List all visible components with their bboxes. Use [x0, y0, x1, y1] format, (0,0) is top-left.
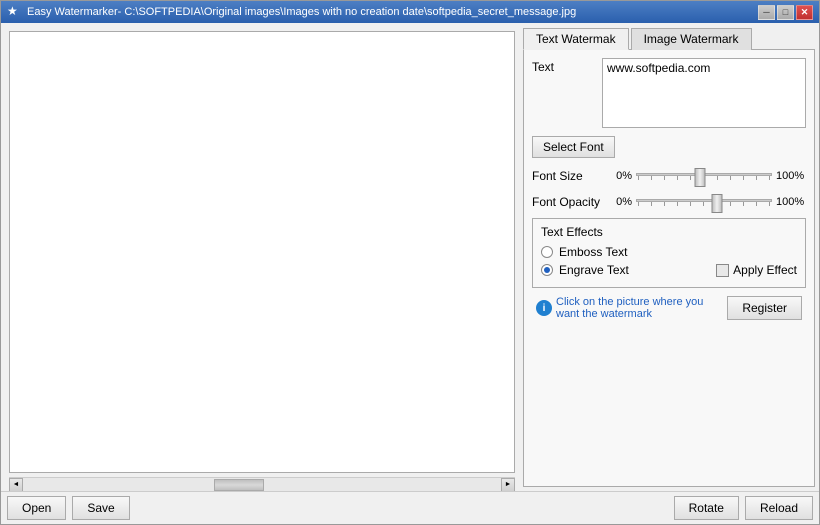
- window-controls: ─ □ ✕: [758, 5, 813, 20]
- horizontal-scrollbar[interactable]: ◄ ►: [9, 477, 515, 491]
- tab-text-watermark[interactable]: Text Watermak: [523, 28, 629, 50]
- font-size-track: [636, 173, 772, 176]
- emboss-radio[interactable]: [541, 246, 553, 258]
- image-panel[interactable]: www.softpedia.com SOFTPEDIA™ www.softped…: [9, 31, 515, 473]
- scroll-track-h[interactable]: [23, 478, 501, 492]
- open-button[interactable]: Open: [7, 496, 66, 520]
- rotate-button[interactable]: Rotate: [674, 496, 739, 520]
- scroll-right-button[interactable]: ►: [501, 478, 515, 492]
- main-content: www.softpedia.com SOFTPEDIA™ www.softped…: [1, 23, 819, 491]
- apply-effect-label: Apply Effect: [733, 263, 797, 277]
- effects-title: Text Effects: [541, 225, 797, 239]
- panel-bottom: i Click on the picture where you want th…: [532, 292, 806, 324]
- minimize-button[interactable]: ─: [758, 5, 775, 20]
- emboss-row: Emboss Text: [541, 245, 797, 259]
- select-font-button[interactable]: Select Font: [532, 136, 615, 158]
- font-size-min: 0%: [612, 170, 632, 182]
- main-window: ★ Easy Watermarker- C:\SOFTPEDIA\Origina…: [0, 0, 820, 525]
- engrave-row: Engrave Text Apply Effect: [541, 263, 797, 277]
- font-opacity-row: Font Opacity 0%: [532, 192, 806, 212]
- title-bar: ★ Easy Watermarker- C:\SOFTPEDIA\Origina…: [1, 1, 819, 23]
- main-toolbar: Open Save Rotate Reload: [1, 491, 819, 524]
- text-label: Text: [532, 58, 602, 74]
- font-size-row: Font Size 0%: [532, 166, 806, 186]
- tab-bar: Text Watermak Image Watermark: [523, 27, 815, 50]
- info-text: Click on the picture where you want the …: [556, 296, 727, 320]
- font-size-label: Font Size: [532, 169, 612, 183]
- apply-effect-container[interactable]: Apply Effect: [716, 263, 797, 277]
- font-opacity-slider[interactable]: [636, 192, 772, 212]
- info-bar: i Click on the picture where you want th…: [536, 296, 727, 320]
- font-opacity-label: Font Opacity: [532, 195, 612, 209]
- font-size-slider[interactable]: [636, 166, 772, 186]
- info-icon: i: [536, 300, 552, 316]
- register-button[interactable]: Register: [727, 296, 802, 320]
- tab-content: Text Select Font Font Size 0%: [523, 50, 815, 487]
- text-input[interactable]: [602, 58, 806, 128]
- save-button[interactable]: Save: [72, 496, 129, 520]
- engrave-radio[interactable]: [541, 264, 553, 276]
- font-opacity-min: 0%: [612, 196, 632, 208]
- app-icon: ★: [7, 4, 23, 20]
- font-opacity-max: 100%: [776, 196, 806, 208]
- right-panel: Text Watermak Image Watermark Text Selec…: [519, 23, 819, 491]
- font-size-thumb[interactable]: [694, 168, 705, 187]
- scroll-left-button[interactable]: ◄: [9, 478, 23, 492]
- font-size-max: 100%: [776, 170, 806, 182]
- text-row: Text: [532, 58, 806, 128]
- maximize-button[interactable]: □: [777, 5, 794, 20]
- apply-effect-checkbox[interactable]: [716, 264, 729, 277]
- close-button[interactable]: ✕: [796, 5, 813, 20]
- font-opacity-ticks: [636, 202, 772, 206]
- left-panel: www.softpedia.com SOFTPEDIA™ www.softped…: [1, 23, 519, 491]
- reload-button[interactable]: Reload: [745, 496, 813, 520]
- font-opacity-thumb[interactable]: [712, 194, 723, 213]
- emboss-label: Emboss Text: [559, 245, 627, 259]
- scroll-thumb-h[interactable]: [214, 479, 264, 491]
- title-text: Easy Watermarker- C:\SOFTPEDIA\Original …: [27, 6, 758, 18]
- font-opacity-track: [636, 199, 772, 202]
- engrave-label: Engrave Text: [559, 263, 629, 277]
- tab-image-watermark[interactable]: Image Watermark: [631, 28, 752, 50]
- effects-group: Text Effects Emboss Text Engrave Text Ap…: [532, 218, 806, 288]
